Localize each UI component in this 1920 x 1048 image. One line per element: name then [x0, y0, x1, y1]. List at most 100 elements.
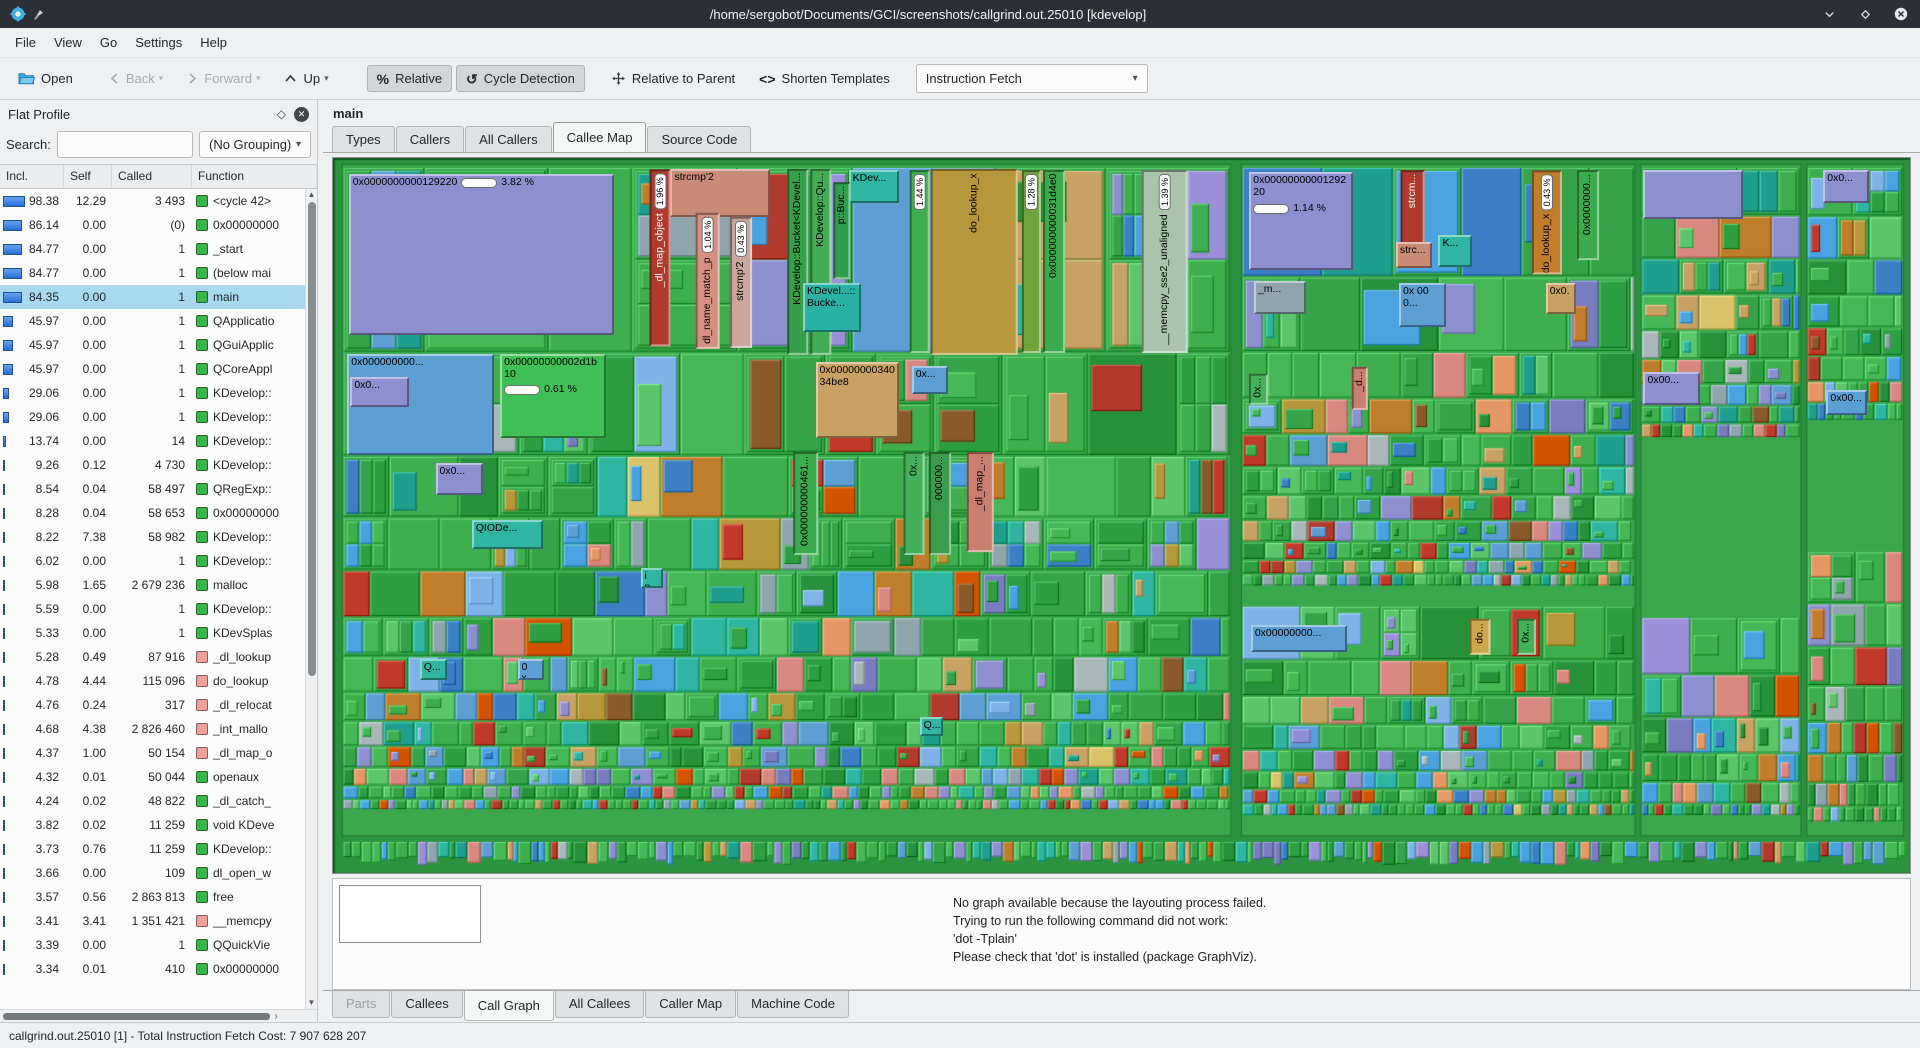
event-type-select[interactable]: Instruction Fetch ▾ [916, 64, 1148, 93]
treemap-block[interactable]: do... [1470, 619, 1491, 655]
treemap-block[interactable]: 0x0... [350, 377, 408, 407]
menu-item-settings[interactable]: Settings [126, 30, 191, 55]
scroll-right-icon[interactable]: › [274, 1011, 277, 1022]
menu-item-file[interactable]: File [6, 30, 45, 55]
table-row[interactable]: 3.390.001QQuickVie [0, 933, 305, 957]
column-header-self[interactable]: Self [64, 165, 112, 188]
treemap-block[interactable]: 1.44 % [910, 170, 930, 353]
treemap-block[interactable]: 0x00... [1826, 390, 1867, 415]
table-row[interactable]: 3.730.7611 259KDevelop:: [0, 837, 305, 861]
column-header-function[interactable]: Function [192, 165, 317, 188]
table-row[interactable]: 5.330.001KDevSplas [0, 621, 305, 645]
treemap-block[interactable]: QIODe... [472, 520, 543, 549]
treemap-block[interactable]: 0x00000000001292203.82 % [349, 174, 614, 335]
treemap-block[interactable]: 1.28 % [1022, 170, 1041, 353]
table-row[interactable]: 3.413.411 351 421__memcpy [0, 909, 305, 933]
table-row[interactable]: 4.760.24317_dl_relocat [0, 693, 305, 717]
tab-caller-map[interactable]: Caller Map [645, 991, 736, 1018]
pin-icon[interactable] [32, 7, 46, 21]
relative-toggle[interactable]: % Relative [367, 65, 452, 92]
tab-call-graph[interactable]: Call Graph [464, 991, 554, 1021]
treemap-block[interactable]: K... [1438, 235, 1471, 266]
maximize-button[interactable] [1856, 5, 1874, 23]
table-row[interactable]: 4.684.382 826 460_int_mallo [0, 717, 305, 741]
table-row[interactable]: 86.140.00(0)0x00000000 [0, 213, 305, 237]
close-dock-icon[interactable]: ✕ [294, 107, 309, 122]
treemap-block[interactable]: 0x... [912, 366, 948, 394]
relative-to-parent-toggle[interactable]: Relative to Parent [601, 65, 745, 92]
treemap-block[interactable]: in... [641, 568, 663, 588]
menu-item-go[interactable]: Go [91, 30, 126, 55]
treemap-block[interactable]: 0x... [1517, 619, 1536, 655]
treemap-block[interactable]: _dl_map_object1.96 % [650, 169, 671, 346]
menu-item-view[interactable]: View [45, 30, 91, 55]
treemap-block[interactable]: 0x0000000034034be8 [816, 362, 900, 437]
table-row[interactable]: 8.280.0458 6530x00000000 [0, 501, 305, 525]
vertical-scrollbar[interactable]: ▲ ▼ [305, 189, 317, 1009]
grouping-select[interactable]: (No Grouping) ▾ [199, 131, 311, 158]
tab-machine-code[interactable]: Machine Code [737, 991, 849, 1018]
table-row[interactable]: 29.060.001KDevelop:: [0, 405, 305, 429]
float-dock-icon[interactable]: ◇ [277, 107, 286, 121]
table-row[interactable]: 45.970.001QGuiApplic [0, 333, 305, 357]
treemap-block[interactable]: 0x000000000461... [793, 452, 818, 555]
table-row[interactable]: 4.320.0150 044openaux [0, 765, 305, 789]
treemap-block[interactable]: 0x00000000002d1b100.61 % [500, 354, 606, 438]
table-row[interactable]: 4.784.44115 096do_lookup [0, 669, 305, 693]
vertical-scroll-handle[interactable] [308, 202, 316, 676]
tab-all-callees[interactable]: All Callees [555, 991, 644, 1018]
table-row[interactable]: 45.970.001QCoreAppl [0, 357, 305, 381]
treemap-block[interactable]: Q... [420, 659, 447, 680]
tab-callees[interactable]: Callees [391, 991, 462, 1018]
tab-types[interactable]: Types [332, 126, 395, 152]
table-row[interactable]: 5.280.4987 916_dl_lookup [0, 645, 305, 669]
table-row[interactable]: 8.540.0458 497QRegExp:: [0, 477, 305, 501]
up-button[interactable]: Up▾ [274, 65, 338, 92]
treemap-block[interactable] [1643, 170, 1742, 219]
table-row[interactable]: 9.260.124 730KDevelop:: [0, 453, 305, 477]
table-row[interactable]: 84.350.001main [0, 285, 305, 309]
treemap-block[interactable]: strc... [1396, 242, 1432, 268]
treemap-block[interactable]: 0x... [518, 659, 545, 680]
treemap-block[interactable]: do_lookup_x0.43 % [1532, 170, 1562, 274]
scroll-down-icon[interactable]: ▼ [308, 998, 316, 1008]
treemap-block[interactable]: 0x000000000031d4e0 [1043, 170, 1065, 353]
treemap-block[interactable]: __memcpy_sse2_unaligned1.39 % [1142, 170, 1188, 353]
treemap-block[interactable]: strcmp'20.43 % [730, 217, 752, 348]
table-row[interactable]: 4.240.0248 822_dl_catch_ [0, 789, 305, 813]
tab-all-callers[interactable]: All Callers [465, 126, 552, 152]
table-row[interactable]: 84.770.001(below mai [0, 261, 305, 285]
treemap-block[interactable]: KDev... [849, 170, 899, 203]
table-row[interactable]: 45.970.001QApplicatio [0, 309, 305, 333]
treemap-block[interactable]: 0x... [1249, 374, 1268, 405]
treemap-block[interactable]: Q... [920, 717, 944, 736]
callee-map[interactable]: 0x00000000001292203.82 %strcmp'2_dl_map_… [332, 157, 1911, 874]
treemap-block[interactable]: _d... [1352, 367, 1368, 410]
treemap-block[interactable]: 0x... [904, 452, 925, 555]
table-row[interactable]: 5.981.652 679 236malloc [0, 573, 305, 597]
treemap-block[interactable]: do_lookup_x [931, 169, 1018, 355]
treemap-block[interactable]: 0x0000000... [1577, 170, 1599, 260]
tab-callee-map[interactable]: Callee Map [553, 122, 647, 152]
horizontal-scroll-handle[interactable] [3, 1013, 270, 1020]
menu-item-help[interactable]: Help [191, 30, 236, 55]
table-row[interactable]: 13.740.0014KDevelop:: [0, 429, 305, 453]
treemap-block[interactable]: _dl_map_... [967, 452, 994, 552]
table-row[interactable]: 6.020.001KDevelop:: [0, 549, 305, 573]
table-row[interactable]: 3.820.0211 259void KDeve [0, 813, 305, 837]
table-row[interactable]: 3.570.562 863 813free [0, 885, 305, 909]
treemap-block[interactable]: 0x0. [1546, 283, 1576, 314]
treemap-block[interactable]: strcmp'2 [670, 169, 769, 218]
forward-button[interactable]: Forward▾ [177, 65, 270, 92]
table-row[interactable]: 5.590.001KDevelop:: [0, 597, 305, 621]
table-row[interactable]: 3.340.014100x00000000 [0, 957, 305, 981]
treemap-block[interactable]: dl_name_match_p1.04 % [696, 213, 720, 349]
cycle-detection-toggle[interactable]: ↺ Cycle Detection [456, 65, 585, 92]
table-row[interactable]: 4.371.0050 154_dl_map_o [0, 741, 305, 765]
treemap-block[interactable]: 0x00000000... [1251, 625, 1347, 652]
table-row[interactable]: 3.660.00109dl_open_w [0, 861, 305, 885]
column-header-called[interactable]: Called [112, 165, 192, 188]
table-row[interactable]: 84.770.001_start [0, 237, 305, 261]
treemap-block[interactable]: _m... [1254, 281, 1306, 314]
treemap-block[interactable]: 000000... [929, 452, 951, 555]
